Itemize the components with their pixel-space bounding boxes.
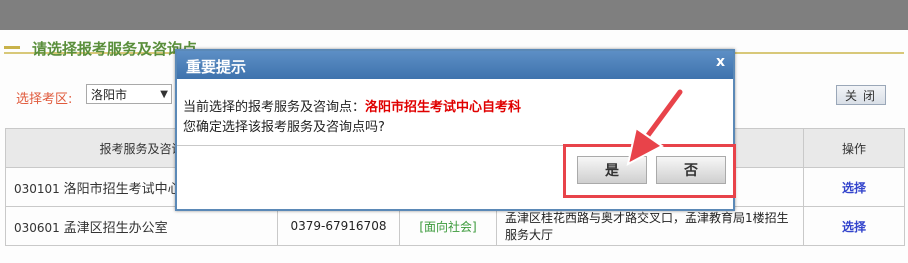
dialog-message: 当前选择的报考服务及咨询点：洛阳市招生考试中心自考科	[183, 96, 521, 115]
dialog-titlebar: 重要提示 x	[177, 51, 733, 79]
dialog-title: 重要提示	[186, 58, 247, 76]
dialog-confirm-question: 您确定选择该报考服务及咨询点吗?	[183, 120, 385, 135]
close-icon[interactable]: x	[716, 54, 725, 70]
selected-service-point: 洛阳市招生考试中心自考科	[365, 100, 522, 115]
dialog-message-prefix: 当前选择的报考服务及咨询点：	[183, 100, 366, 115]
pointer-arrow-icon	[626, 88, 684, 166]
modal-overlay: 重要提示 x 当前选择的报考服务及咨询点：洛阳市招生考试中心自考科 您确定选择该…	[0, 0, 908, 263]
